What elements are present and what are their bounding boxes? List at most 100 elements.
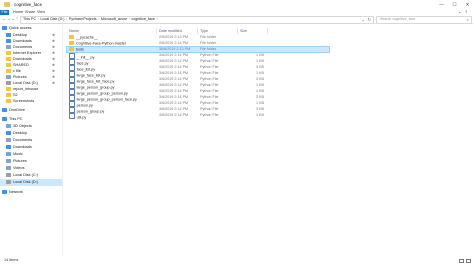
search-input[interactable]: Search cognitive_face bbox=[380, 17, 415, 23]
sidebar-item[interactable]: Music bbox=[0, 151, 62, 158]
tab-view[interactable]: View bbox=[37, 10, 45, 15]
sidebar-item-icon bbox=[6, 172, 11, 177]
address-field[interactable]: This PC › Local Disk (D:) › PycharmProjects ›… bbox=[20, 16, 374, 24]
file-name-cell: tests bbox=[69, 47, 157, 52]
file-row[interactable]: __pycache__ 2/9/2019 2:13 PM File folder bbox=[67, 35, 329, 40]
file-row[interactable]: tests 30/6/2019 2:13 PM File folder bbox=[66, 46, 330, 53]
python-file-icon bbox=[69, 95, 75, 101]
file-size: 1 KB bbox=[256, 113, 264, 117]
sidebar-item[interactable]: OneDrive bbox=[0, 107, 62, 114]
file-row[interactable]: large_face_list.py 3/6/2019 2:14 PM Python… bbox=[67, 71, 329, 77]
file-name-cell: util.py bbox=[69, 113, 157, 120]
sidebar-item[interactable]: 3D Objects bbox=[0, 123, 62, 130]
sidebar-item-icon bbox=[6, 179, 11, 184]
python-file-icon bbox=[69, 59, 75, 65]
breadcrumb-local-disk-d[interactable]: Local Disk (D:) bbox=[40, 17, 64, 21]
file-type: Python File bbox=[200, 53, 219, 57]
sidebar-item-label: S2 bbox=[13, 93, 18, 97]
file-row[interactable]: large_person_group_person.py 3/6/2019 2:1… bbox=[67, 89, 329, 95]
file-row[interactable]: Cognitive-Face-Python-master 2/6/2019 2:1… bbox=[67, 41, 329, 46]
file-size: 3 KB bbox=[256, 107, 264, 111]
address-dropdown-icon[interactable]: ⌄ bbox=[362, 17, 365, 23]
help-button[interactable]: ? bbox=[465, 10, 467, 15]
file-row[interactable]: large_person_group.py 3/6/2019 2:14 PM Pyt… bbox=[67, 83, 329, 89]
file-name: util.py bbox=[76, 115, 87, 120]
python-file-icon bbox=[69, 53, 75, 59]
sidebar-item-icon bbox=[6, 56, 11, 61]
sidebar-item-label: Videos bbox=[13, 166, 25, 170]
maximize-button[interactable]: ☐ bbox=[448, 0, 461, 9]
breadcrumb-cognitive-face[interactable]: cognitive_face bbox=[131, 17, 155, 21]
window-title: cognitive_face bbox=[14, 2, 43, 7]
sidebar-item[interactable]: This PC bbox=[0, 116, 62, 123]
breadcrumb-pycharmprojects[interactable]: PycharmProjects bbox=[69, 17, 97, 21]
file-row[interactable]: util.py 3/6/2019 2:14 PM Python File 1 KB bbox=[67, 113, 329, 120]
file-size: 3 KB bbox=[256, 77, 264, 81]
file-row[interactable]: person_group.py 3/6/2019 2:14 PM Python Fi… bbox=[67, 107, 329, 113]
ribbon-expand-button[interactable]: ⌄ bbox=[458, 10, 461, 15]
column-header-type[interactable]: Type bbox=[198, 28, 238, 34]
file-row[interactable]: face.py 3/6/2019 2:14 PM Python File 1 KB bbox=[67, 59, 329, 65]
sidebar-item-icon bbox=[6, 50, 11, 55]
sidebar-item-label: c file bbox=[13, 69, 21, 73]
file-date-modified: 3/6/2019 2:14 PM bbox=[159, 77, 189, 81]
file-name-cell: __pycache__ bbox=[69, 35, 157, 40]
python-file-icon bbox=[69, 89, 75, 95]
file-date-modified: 3/6/2019 2:14 PM bbox=[159, 59, 189, 63]
sidebar-item[interactable]: Downloads bbox=[0, 144, 62, 151]
tab-home[interactable]: Home bbox=[13, 10, 23, 15]
refresh-icon[interactable]: ↻ bbox=[368, 17, 371, 23]
file-row[interactable]: __init__.py 3/6/2019 2:14 PM Python File 1 … bbox=[67, 53, 329, 59]
search-box[interactable]: Search cognitive_face ⌕ bbox=[376, 16, 472, 24]
folder-icon bbox=[69, 47, 74, 51]
sidebar-item[interactable]: Network bbox=[0, 189, 62, 196]
file-type: File folder bbox=[200, 35, 217, 39]
file-name: tests bbox=[76, 47, 84, 52]
sidebar-item-label: Local Disk (C:) bbox=[13, 173, 38, 177]
tab-share[interactable]: Share bbox=[25, 10, 35, 15]
file-size: 1 KB bbox=[256, 101, 264, 105]
file-date-modified: 30/6/2019 2:13 PM bbox=[159, 47, 191, 51]
file-type: Python File bbox=[200, 95, 219, 99]
close-button[interactable]: ✕ bbox=[461, 0, 474, 9]
sidebar-item-icon bbox=[6, 38, 11, 43]
breadcrumb: This PC › Local Disk (D:) › PycharmProjects ›… bbox=[23, 17, 158, 21]
sidebar-item[interactable]: Documents bbox=[0, 137, 62, 144]
file-row[interactable]: large_face_list_face.py 3/6/2019 2:14 PM P… bbox=[67, 77, 329, 83]
file-type: Python File bbox=[200, 89, 219, 93]
large-icons-view-icon[interactable] bbox=[466, 259, 471, 263]
breadcrumb-this-pc[interactable]: This PC bbox=[23, 17, 36, 21]
file-row[interactable]: large_person_group_person_face.py 3/6/201… bbox=[67, 95, 329, 101]
file-type: Python File bbox=[200, 71, 219, 75]
python-file-icon bbox=[69, 113, 75, 119]
file-row[interactable]: person.py 3/6/2019 2:14 PM Python File 1 KB bbox=[67, 101, 329, 107]
sidebar-item-label: Desktop bbox=[13, 131, 27, 135]
sidebar-item[interactable]: Local Disk (D:) bbox=[0, 179, 62, 186]
file-date-modified: 3/6/2019 2:14 PM bbox=[159, 83, 189, 87]
file-type: File folder bbox=[200, 41, 217, 45]
sidebar-item[interactable]: Videos bbox=[0, 165, 62, 172]
python-file-icon bbox=[69, 71, 75, 77]
sidebar-item-label: Local Disk (D:) bbox=[13, 81, 38, 85]
sidebar-item-label: Music bbox=[13, 152, 23, 156]
sidebar-item-label: Pictures bbox=[13, 75, 27, 79]
column-header-date-modified[interactable]: Date modified bbox=[157, 28, 198, 34]
breadcrumb-microsoft-azure[interactable]: Microsoft_azure bbox=[101, 17, 127, 21]
python-file-icon bbox=[69, 107, 75, 113]
tab-file[interactable]: File bbox=[0, 9, 9, 15]
sidebar-item[interactable]: Screenshots bbox=[0, 98, 62, 105]
sidebar-item[interactable]: Pictures bbox=[0, 158, 62, 165]
sidebar-item-label: Documents bbox=[13, 138, 33, 142]
minimize-button[interactable]: — bbox=[435, 0, 448, 9]
python-file-icon bbox=[69, 65, 75, 71]
file-name-cell: Cognitive-Face-Python-master bbox=[69, 41, 157, 46]
column-header-size[interactable]: Size bbox=[238, 28, 268, 34]
details-view-icon[interactable] bbox=[459, 259, 464, 263]
column-header-name[interactable]: Name bbox=[67, 28, 157, 34]
file-row[interactable]: face_list.py 3/6/2019 2:14 PM Python File 3… bbox=[67, 65, 329, 71]
navigation-pane: Quick access Desktop ✱ Downloads ✱ Documents ✱… bbox=[0, 24, 63, 256]
file-date-modified: 3/6/2019 2:14 PM bbox=[159, 95, 189, 99]
sidebar-item[interactable]: Local Disk (C:) bbox=[0, 172, 62, 179]
sidebar-item[interactable]: Desktop bbox=[0, 130, 62, 137]
sidebar-item[interactable]: Quick access bbox=[0, 25, 62, 32]
